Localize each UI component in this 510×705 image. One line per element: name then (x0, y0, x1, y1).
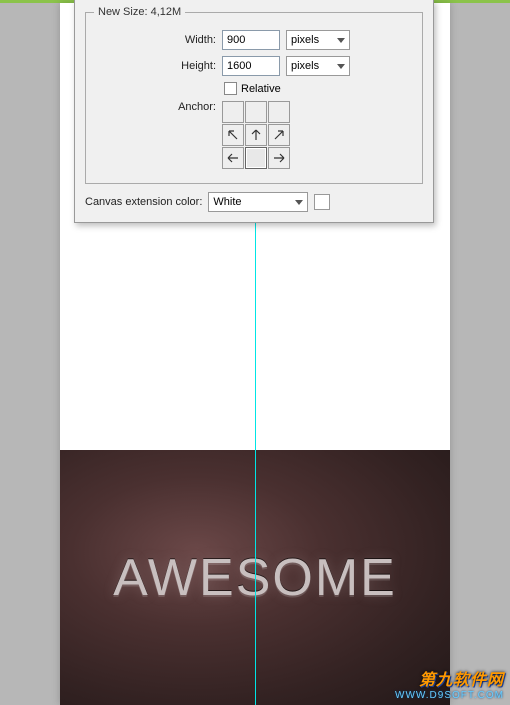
anchor-row: Anchor: (94, 101, 414, 169)
height-unit-text: pixels (291, 60, 319, 72)
arrow-left-icon (226, 151, 240, 165)
anchor-mid-right[interactable] (268, 124, 290, 146)
anchor-grid (222, 101, 290, 169)
anchor-bottom-center[interactable] (245, 147, 267, 169)
watermark-url: WWW.D9SOFT.COM (395, 690, 504, 701)
arrow-right-icon (272, 151, 286, 165)
width-unit-text: pixels (291, 34, 319, 46)
extension-color-swatch[interactable] (314, 194, 330, 210)
relative-label: Relative (241, 83, 281, 95)
chevron-down-icon (337, 64, 345, 69)
height-row: Height: pixels (94, 56, 414, 76)
watermark-title: 第九软件网 (395, 666, 504, 690)
relative-row: Relative (224, 82, 414, 95)
extension-color-text: White (213, 196, 241, 208)
anchor-bottom-left[interactable] (222, 147, 244, 169)
width-label: Width: (94, 34, 216, 46)
canvas-size-dialog: New Size: 4,12M Width: pixels Height: pi… (74, 0, 434, 223)
new-size-legend: New Size: 4,12M (94, 6, 185, 18)
watermark: 第九软件网 WWW.D9SOFT.COM (395, 666, 504, 701)
arrow-up-right-icon (272, 128, 286, 142)
anchor-top-right[interactable] (268, 101, 290, 123)
arrow-up-left-icon (226, 128, 240, 142)
anchor-top-left[interactable] (222, 101, 244, 123)
arrow-up-icon (249, 128, 263, 142)
chevron-down-icon (337, 38, 345, 43)
anchor-label: Anchor: (94, 101, 216, 113)
anchor-bottom-right[interactable] (268, 147, 290, 169)
height-label: Height: (94, 60, 216, 72)
relative-checkbox[interactable] (224, 82, 237, 95)
width-input[interactable] (222, 30, 280, 50)
extension-row: Canvas extension color: White (85, 192, 423, 212)
anchor-top-center[interactable] (245, 101, 267, 123)
extension-color-select[interactable]: White (208, 192, 308, 212)
anchor-mid-center[interactable] (245, 124, 267, 146)
new-size-group: New Size: 4,12M Width: pixels Height: pi… (85, 6, 423, 184)
anchor-mid-left[interactable] (222, 124, 244, 146)
height-input[interactable] (222, 56, 280, 76)
width-unit-select[interactable]: pixels (286, 30, 350, 50)
extension-label: Canvas extension color: (85, 196, 202, 208)
chevron-down-icon (295, 200, 303, 205)
height-unit-select[interactable]: pixels (286, 56, 350, 76)
width-row: Width: pixels (94, 30, 414, 50)
